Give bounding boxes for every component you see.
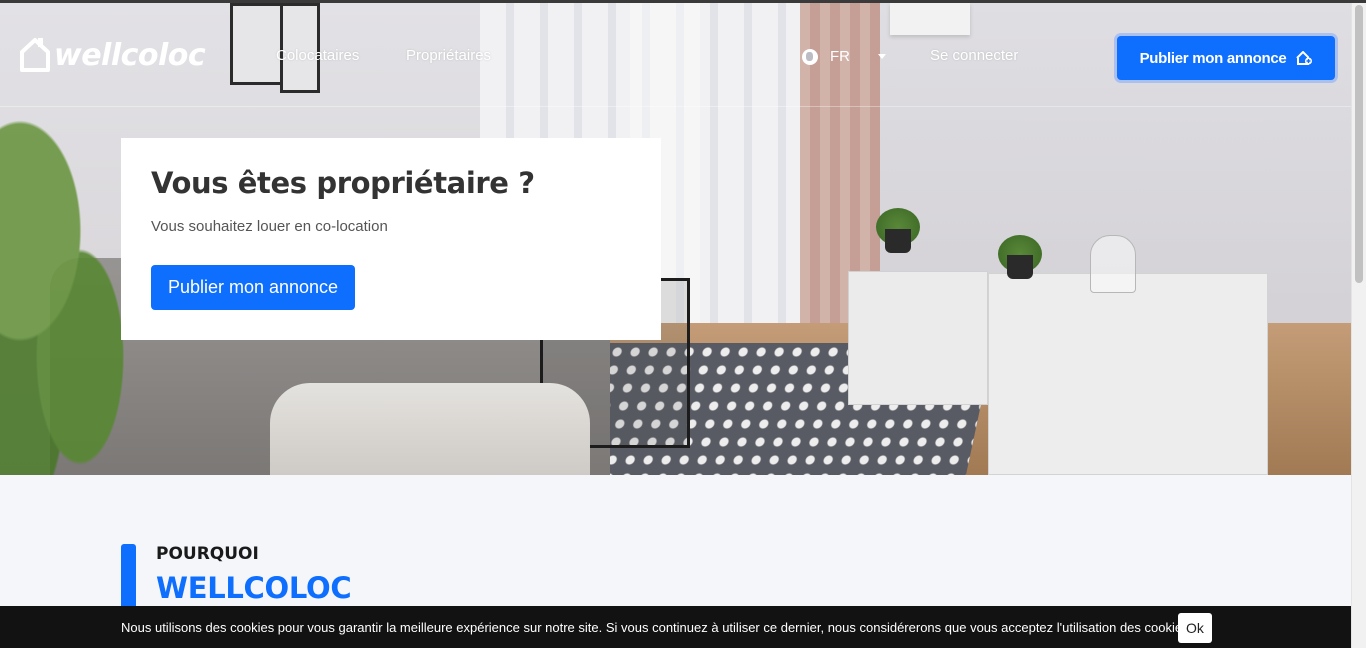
language-label: FR — [830, 48, 850, 65]
chevron-down-icon — [878, 54, 886, 59]
section-kicker: POURQUOI — [156, 544, 259, 564]
globe-icon — [802, 48, 818, 65]
cookie-ok-button[interactable]: Ok — [1178, 613, 1212, 643]
login-link[interactable]: Se connecter — [930, 47, 1018, 64]
nav-link-colocataires[interactable]: Colocataires — [276, 47, 359, 64]
cookie-text: Nous utilisons des cookies pour vous gar… — [121, 620, 1193, 635]
logo-text: wellcoloc — [54, 37, 206, 73]
section-title: WELLCOLOC — [156, 571, 352, 605]
browser-top-edge — [0, 0, 1366, 3]
scrollbar-thumb[interactable] — [1355, 5, 1363, 283]
vertical-scrollbar[interactable] — [1351, 3, 1366, 648]
hero-subtitle: Vous souhaitez louer en co-location — [151, 218, 388, 235]
cookie-banner: Nous utilisons des cookies pour vous gar… — [0, 606, 1351, 648]
nav-link-proprietaires[interactable]: Propriétaires — [406, 47, 491, 64]
house-logo-icon — [18, 36, 52, 74]
hero-publish-button[interactable]: Publier mon annonce — [151, 265, 355, 310]
hero-card: Vous êtes propriétaire ? Vous souhaitez … — [121, 138, 661, 340]
language-selector[interactable]: FR — [802, 48, 886, 65]
publish-listing-button[interactable]: Publier mon annonce — [1117, 36, 1335, 80]
publish-listing-label: Publier mon annonce — [1139, 49, 1287, 67]
section-accent-bar — [121, 544, 136, 614]
house-plus-icon — [1296, 50, 1313, 65]
main-navbar: wellcoloc Colocataires Propriétaires FR … — [0, 3, 1351, 107]
logo[interactable]: wellcoloc — [18, 33, 206, 77]
hero-title: Vous êtes propriétaire ? — [151, 166, 535, 200]
